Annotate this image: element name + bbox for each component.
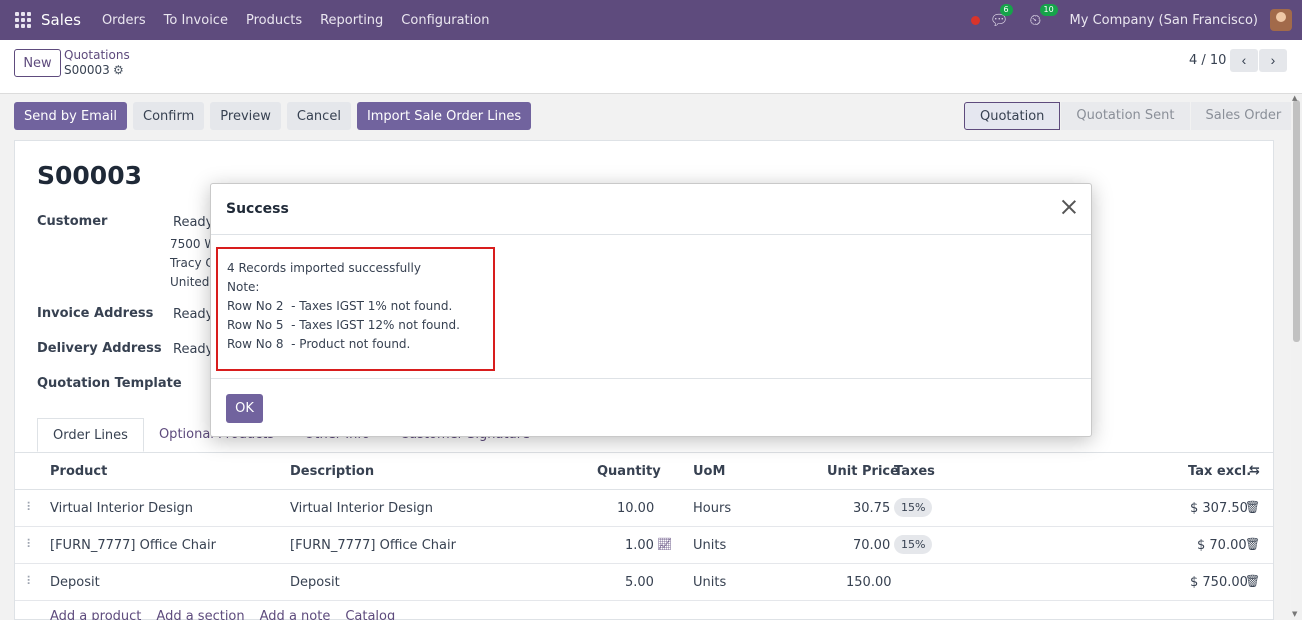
dialog-header: Success bbox=[211, 184, 1091, 235]
message-line: Row No 5 - Taxes IGST 12% not found. bbox=[227, 318, 460, 332]
message-line: Row No 2 - Taxes IGST 1% not found. bbox=[227, 299, 453, 313]
message-line: Note: bbox=[227, 280, 260, 294]
dialog-footer: OK bbox=[211, 378, 1091, 436]
message-line: 4 Records imported successfully bbox=[227, 261, 421, 275]
dialog-title: Success bbox=[226, 201, 289, 217]
close-icon[interactable] bbox=[1059, 197, 1079, 217]
success-dialog: Success 4 Records imported successfully … bbox=[210, 183, 1092, 437]
ok-button[interactable]: OK bbox=[226, 394, 263, 423]
message-line: Row No 8 - Product not found. bbox=[227, 337, 411, 351]
import-result-message: 4 Records imported successfully Note: Ro… bbox=[216, 247, 495, 371]
